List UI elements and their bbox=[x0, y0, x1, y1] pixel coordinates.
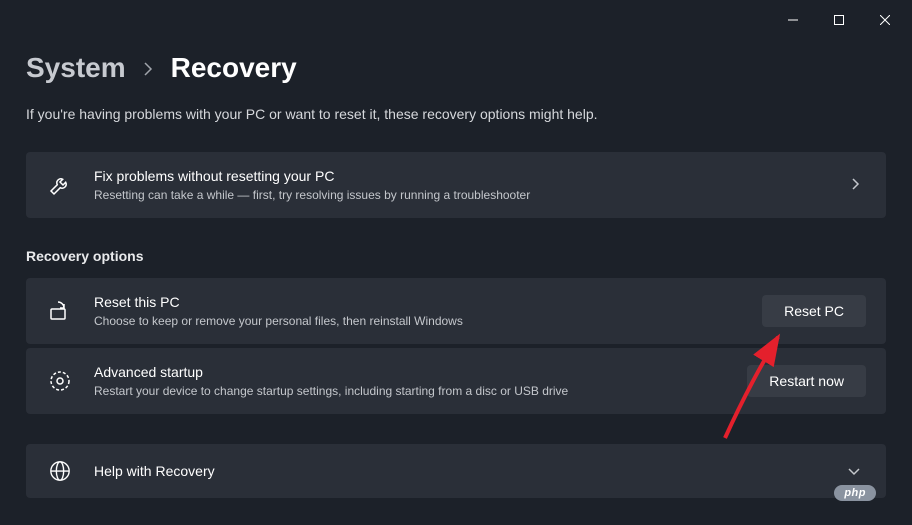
reset-pc-title: Reset this PC bbox=[94, 294, 742, 310]
advanced-startup-subtitle: Restart your device to change startup se… bbox=[94, 384, 727, 398]
close-button[interactable] bbox=[862, 4, 908, 36]
fix-problems-subtitle: Resetting can take a while — first, try … bbox=[94, 188, 826, 202]
help-recovery-card[interactable]: Help with Recovery bbox=[26, 444, 886, 498]
chevron-right-icon bbox=[846, 177, 866, 193]
maximize-button[interactable] bbox=[816, 4, 862, 36]
breadcrumb: System Recovery bbox=[26, 52, 886, 84]
page-content: System Recovery If you're having problem… bbox=[0, 40, 912, 498]
wrench-icon bbox=[46, 173, 74, 197]
titlebar bbox=[0, 0, 912, 40]
advanced-startup-title: Advanced startup bbox=[94, 364, 727, 380]
chevron-right-icon bbox=[144, 56, 153, 81]
reset-pc-button[interactable]: Reset PC bbox=[762, 295, 866, 327]
page-title: Recovery bbox=[171, 52, 297, 84]
php-watermark-badge: php bbox=[834, 485, 876, 501]
intro-text: If you're having problems with your PC o… bbox=[26, 106, 886, 122]
fix-problems-title: Fix problems without resetting your PC bbox=[94, 168, 826, 184]
restart-now-button[interactable]: Restart now bbox=[747, 365, 866, 397]
reset-icon bbox=[46, 299, 74, 323]
minimize-button[interactable] bbox=[770, 4, 816, 36]
reset-pc-card: Reset this PC Choose to keep or remove y… bbox=[26, 278, 886, 344]
help-recovery-title: Help with Recovery bbox=[94, 463, 822, 479]
globe-icon bbox=[46, 460, 74, 482]
breadcrumb-parent[interactable]: System bbox=[26, 52, 126, 84]
fix-problems-card[interactable]: Fix problems without resetting your PC R… bbox=[26, 152, 886, 218]
advanced-startup-icon bbox=[46, 369, 74, 393]
recovery-options-header: Recovery options bbox=[26, 248, 886, 264]
advanced-startup-card: Advanced startup Restart your device to … bbox=[26, 348, 886, 414]
chevron-down-icon bbox=[842, 463, 866, 479]
reset-pc-subtitle: Choose to keep or remove your personal f… bbox=[94, 314, 742, 328]
